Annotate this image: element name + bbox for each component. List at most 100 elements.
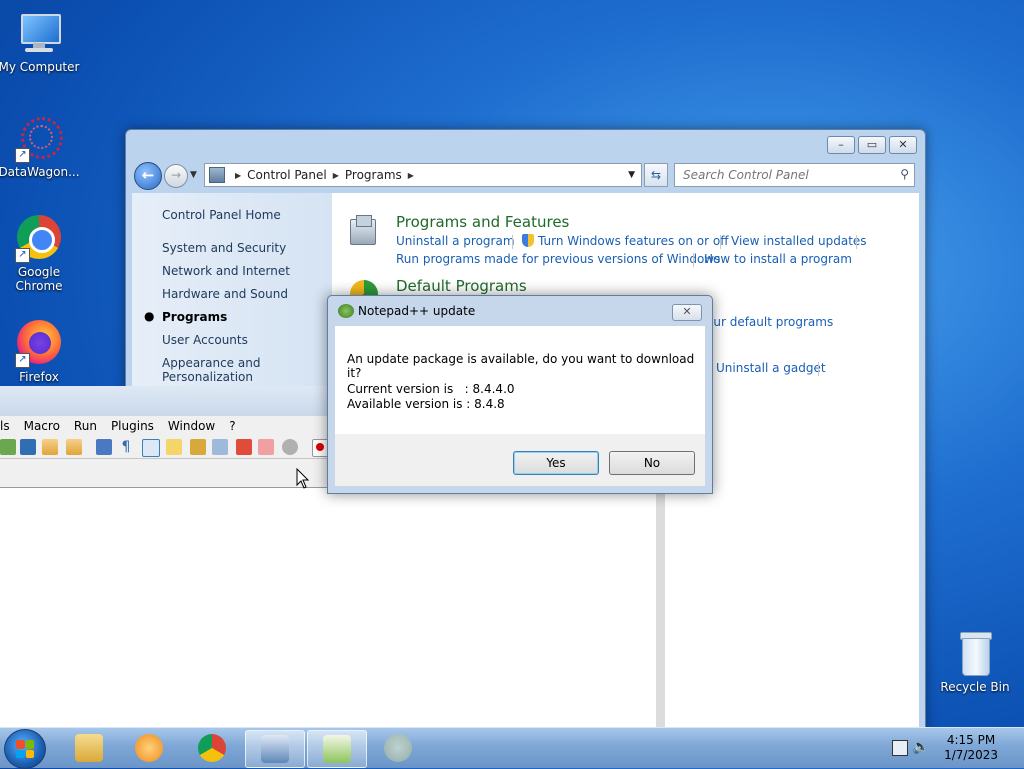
network-icon[interactable]: [892, 740, 908, 756]
menu-macro[interactable]: Macro: [24, 419, 60, 433]
control-panel-icon: [209, 167, 225, 183]
sidebar-item-user-accounts[interactable]: User Accounts: [162, 333, 248, 347]
function-list-icon[interactable]: [212, 439, 228, 455]
chrome-icon: [198, 734, 226, 762]
sidebar-item-programs[interactable]: Programs: [162, 310, 227, 324]
close-button[interactable]: ✕: [889, 136, 917, 154]
sidebar-item-system-security[interactable]: System and Security: [162, 241, 286, 255]
menu-run[interactable]: Run: [74, 419, 97, 433]
dialog-titlebar[interactable]: Notepad++ update: [338, 304, 475, 318]
yes-button[interactable]: Yes: [513, 451, 599, 475]
desktop-icon-firefox[interactable]: ↗ Firefox: [0, 320, 81, 384]
recycle-bin-icon: [951, 630, 999, 678]
breadcrumb-control-panel[interactable]: Control Panel: [247, 168, 327, 182]
sync-horizontal-icon[interactable]: [66, 439, 82, 455]
desktop-icon-label: Google Chrome: [15, 265, 63, 293]
uninstall-program-link[interactable]: Uninstall a program: [396, 234, 515, 248]
sidebar-item-home[interactable]: Control Panel Home: [162, 208, 281, 222]
programs-features-icon: [348, 215, 378, 245]
back-button[interactable]: ←: [134, 162, 162, 190]
control-panel-titlebar[interactable]: [126, 130, 925, 158]
chrome-icon: ↗: [15, 215, 63, 263]
shortcut-arrow-icon: ↗: [15, 248, 30, 263]
menu-help[interactable]: ?: [229, 419, 235, 433]
search-input[interactable]: [681, 164, 890, 186]
show-all-chars-icon[interactable]: ¶: [118, 439, 134, 455]
dialog-body: An update package is available, do you w…: [335, 326, 705, 434]
sidebar-item-appearance[interactable]: Appearance and Personalization: [162, 356, 282, 384]
programs-features-title[interactable]: Programs and Features: [396, 213, 569, 231]
indent-guide-icon[interactable]: [142, 439, 160, 457]
search-box[interactable]: ⚲: [674, 163, 915, 187]
folder-workspace-icon[interactable]: [236, 439, 252, 455]
dialog-message: An update package is available, do you w…: [347, 352, 695, 380]
word-wrap-icon[interactable]: [96, 439, 112, 455]
sync-vertical-icon[interactable]: [42, 439, 58, 455]
computer-icon: [15, 10, 63, 58]
clock[interactable]: 4:15 PM 1/7/2023: [944, 733, 998, 763]
recent-pages-dropdown[interactable]: ▼: [190, 166, 200, 184]
dialog-close-button[interactable]: ✕: [672, 304, 702, 321]
udl-icon[interactable]: [166, 439, 182, 455]
doc-map-icon[interactable]: [190, 439, 206, 455]
shortcut-arrow-icon: ↗: [15, 353, 30, 368]
sync-scroll-icon[interactable]: [20, 439, 36, 455]
volume-icon[interactable]: 🔈: [912, 739, 929, 755]
turn-windows-features-link[interactable]: Turn Windows features on or off: [522, 234, 729, 248]
taskbar-media-player[interactable]: [120, 730, 178, 766]
breadcrumb-chevron-icon[interactable]: ▶: [333, 171, 339, 180]
menu-window[interactable]: Window: [168, 419, 215, 433]
update-dialog: Notepad++ update ✕ An update package is …: [327, 295, 713, 494]
dialog-title: Notepad++ update: [358, 304, 476, 318]
control-panel-icon: [261, 735, 289, 763]
menu-tools[interactable]: ls: [0, 419, 10, 433]
desktop-icon-label: Firefox: [19, 370, 59, 384]
refresh-button[interactable]: ⇆: [644, 163, 668, 187]
set-default-programs-link[interactable]: our default programs: [706, 315, 833, 329]
active-bullet-icon: ●: [144, 309, 155, 323]
available-version-text: Available version is : 8.4.8: [347, 397, 505, 411]
sidebar-item-hardware[interactable]: Hardware and Sound: [162, 287, 288, 301]
view-installed-updates-link[interactable]: View installed updates: [731, 234, 867, 248]
system-tray: 🔈 4:15 PM 1/7/2023: [884, 728, 1024, 768]
taskbar-notepad-plus-plus[interactable]: [307, 730, 367, 768]
notepad-plus-plus-icon: [323, 735, 351, 763]
notepad-plus-plus-icon: [338, 304, 354, 318]
uninstall-gadget-link[interactable]: Uninstall a gadget: [716, 361, 826, 375]
taskbar-updater[interactable]: [369, 730, 427, 766]
monitoring-icon[interactable]: [258, 439, 274, 455]
firefox-icon: ↗: [15, 320, 63, 368]
taskbar-control-panel[interactable]: [245, 730, 305, 768]
default-programs-title[interactable]: Default Programs: [396, 277, 527, 295]
desktop-icon-datawagon[interactable]: ↗ DataWagon...: [0, 115, 81, 179]
taskbar-explorer[interactable]: [60, 730, 118, 766]
notepad-editor[interactable]: [0, 504, 656, 728]
desktop-icon-my-computer[interactable]: My Computer: [0, 10, 81, 74]
no-button[interactable]: No: [609, 451, 695, 475]
maximize-button[interactable]: ▭: [858, 136, 886, 154]
desktop-icon-label: DataWagon...: [0, 165, 80, 179]
breadcrumb-chevron-icon[interactable]: ▶: [408, 171, 414, 180]
taskbar-chrome[interactable]: [183, 730, 241, 766]
menu-plugins[interactable]: Plugins: [111, 419, 154, 433]
address-dropdown-icon[interactable]: ▼: [628, 170, 635, 180]
how-to-install-link[interactable]: How to install a program: [704, 252, 852, 266]
record-macro-icon[interactable]: [282, 439, 298, 455]
run-older-programs-link[interactable]: Run programs made for previous versions …: [396, 252, 720, 266]
search-icon[interactable]: ⚲: [900, 167, 909, 181]
desktop-icon-recycle-bin[interactable]: Recycle Bin: [933, 630, 1017, 694]
forward-button[interactable]: →: [164, 164, 188, 188]
start-button[interactable]: [4, 729, 46, 769]
folder-icon: [75, 734, 103, 762]
minimize-button[interactable]: –: [827, 136, 855, 154]
address-bar[interactable]: ▶ Control Panel ▶ Programs ▶ ▼: [204, 163, 642, 187]
breadcrumb-chevron-icon[interactable]: ▶: [235, 171, 241, 180]
taskbar: 🔈 4:15 PM 1/7/2023: [0, 727, 1024, 769]
desktop-icon-chrome[interactable]: ↗ Google Chrome: [0, 215, 81, 293]
desktop-icon-label: My Computer: [0, 60, 80, 74]
zoom-icon[interactable]: [0, 439, 16, 455]
breadcrumb-programs[interactable]: Programs: [345, 168, 402, 182]
notepad-scrollbar[interactable]: [656, 487, 665, 728]
sidebar-item-network[interactable]: Network and Internet: [162, 264, 290, 278]
clock-date: 1/7/2023: [944, 748, 998, 762]
